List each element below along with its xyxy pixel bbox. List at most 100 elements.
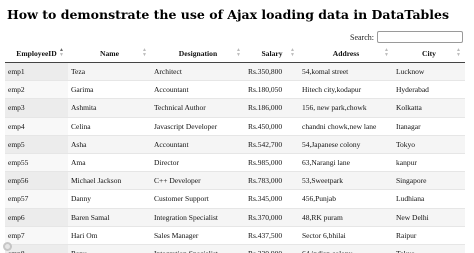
- cell-employeeid: emp57: [5, 189, 68, 209]
- column-header-employeeid[interactable]: EmployeeID ▲ ▼: [5, 45, 68, 63]
- cell-designation: Director: [151, 153, 245, 173]
- cell-designation: Accountant: [151, 135, 245, 154]
- table-row[interactable]: emp2 Garima Accountant Rs.180,050 Hitech cit…: [5, 80, 465, 100]
- table-row[interactable]: emp8RanuIntegration SpecialistRs.330,900…: [5, 244, 465, 253]
- search-input[interactable]: [377, 31, 463, 43]
- cell-salary: Rs.186,000: [245, 98, 299, 118]
- column-header-address[interactable]: Address ▲ ▼: [299, 45, 393, 63]
- cell-employeeid: emp56: [5, 171, 68, 191]
- cell-salary: Rs.450,000: [245, 117, 299, 136]
- page: How to demonstrate the use of Ajax loadi…: [0, 0, 474, 253]
- column-header-designation[interactable]: Designation ▲ ▼: [151, 45, 245, 63]
- sort-arrows-icon: ▲ ▼: [384, 48, 389, 58]
- loading-spinner-icon: [3, 242, 12, 251]
- cell-designation: Technical Author: [151, 98, 245, 118]
- cell-city: Itanagar: [393, 117, 465, 136]
- cell-name: Garima: [68, 80, 151, 100]
- employee-table: EmployeeID ▲ ▼ Name ▲ ▼ Designation ▲ ▼ Salary ▲ ▼ A…: [5, 45, 465, 253]
- cell-name: Ama: [68, 153, 151, 173]
- column-header-label: Salary: [261, 49, 283, 58]
- cell-designation: Integration Specialist: [151, 208, 245, 227]
- cell-name: Celina: [68, 117, 151, 136]
- cell-address: chandni chowk,new lane: [299, 117, 393, 136]
- sort-arrows-icon: ▲ ▼: [142, 48, 147, 58]
- cell-address: 54,Japanese colony: [299, 135, 393, 154]
- cell-name: Ashmita: [68, 98, 151, 118]
- sort-arrows-icon: ▲ ▼: [456, 48, 461, 58]
- cell-employeeid: emp1: [5, 62, 68, 82]
- cell-address: 54,komal street: [299, 62, 393, 82]
- column-header-name[interactable]: Name ▲ ▼: [68, 45, 151, 63]
- cell-name: Michael Jackson: [68, 171, 151, 191]
- cell-name: Ranu: [68, 244, 151, 253]
- column-header-label: Address: [332, 49, 360, 58]
- table-row[interactable]: emp6 Baren Samal Integration Specialist Rs.…: [5, 208, 465, 227]
- cell-city: Tokyo: [393, 135, 465, 154]
- sort-arrows-icon: ▲ ▼: [59, 48, 64, 58]
- cell-salary: Rs.370,000: [245, 208, 299, 227]
- cell-salary: Rs.350,800: [245, 62, 299, 82]
- sort-arrows-icon: ▲ ▼: [290, 48, 295, 58]
- cell-city: Lucknow: [393, 62, 465, 82]
- cell-city: New Delhi: [393, 208, 465, 227]
- cell-designation: Customer Support: [151, 189, 245, 209]
- sort-arrows-icon: ▲ ▼: [236, 48, 241, 58]
- column-header-label: Name: [100, 49, 119, 58]
- column-header-label: City: [422, 49, 436, 58]
- cell-employeeid: emp2: [5, 80, 68, 100]
- cell-designation: C++ Developer: [151, 171, 245, 191]
- cell-designation: Architect: [151, 62, 245, 82]
- cell-city: kanpur: [393, 153, 465, 173]
- table-row[interactable]: emp56 Michael Jackson C++ Developer Rs.783,…: [5, 171, 465, 191]
- cell-address: 63,Narangi lane: [299, 153, 393, 173]
- table-row[interactable]: emp55 Ama Director Rs.985,000 63,Narangi lan…: [5, 153, 465, 173]
- table-row[interactable]: emp7 Hari Om Sales Manager Rs.437,500 Sector…: [5, 226, 465, 245]
- cell-designation: Javascript Developer: [151, 117, 245, 136]
- cell-employeeid: emp5: [5, 135, 68, 154]
- cell-employeeid: emp7: [5, 226, 68, 245]
- table-header-row: EmployeeID ▲ ▼ Name ▲ ▼ Designation ▲ ▼ Salary ▲ ▼ A…: [5, 45, 465, 63]
- table-row[interactable]: emp4 Celina Javascript Developer Rs.450,000…: [5, 117, 465, 136]
- column-header-label: EmployeeID: [16, 49, 57, 58]
- page-title: How to demonstrate the use of Ajax loadi…: [7, 7, 450, 22]
- cell-salary: Rs.985,000: [245, 153, 299, 173]
- column-header-label: Designation: [178, 49, 218, 58]
- cell-address: 456,Punjab: [299, 189, 393, 209]
- cell-address: Sector 6,bhilai: [299, 226, 393, 245]
- cell-city: Raipur: [393, 226, 465, 245]
- table-row[interactable]: emp1 Teza Architect Rs.350,800 54,komal stre…: [5, 62, 465, 82]
- cell-address: 156, new park,chowk: [299, 98, 393, 118]
- cell-city: Singapore: [393, 171, 465, 191]
- search-label: Search:: [350, 32, 374, 42]
- cell-city: Ludhiana: [393, 189, 465, 209]
- cell-city: Kolkatta: [393, 98, 465, 118]
- cell-salary: Rs.783,000: [245, 171, 299, 191]
- cell-name: Hari Om: [68, 226, 151, 245]
- cell-address: 64,indian colony: [299, 244, 393, 253]
- cell-salary: Rs.330,900: [245, 244, 299, 253]
- column-header-city[interactable]: City ▲ ▼: [393, 45, 465, 63]
- cell-city: Tokyo: [393, 244, 465, 253]
- cell-designation: Accountant: [151, 80, 245, 100]
- cell-designation: Integration Specialist: [151, 244, 245, 253]
- cell-address: Hitech city,kodapur: [299, 80, 393, 100]
- cell-address: 48,RK puram: [299, 208, 393, 227]
- cell-address: 53,Sweetpark: [299, 171, 393, 191]
- cell-name: Teza: [68, 62, 151, 82]
- cell-salary: Rs.345,000: [245, 189, 299, 209]
- cell-name: Asha: [68, 135, 151, 154]
- cell-employeeid: emp55: [5, 153, 68, 173]
- cell-city: Hyderabad: [393, 80, 465, 100]
- table-row[interactable]: emp5 Asha Accountant Rs.542,700 54,Japanese …: [5, 135, 465, 154]
- cell-salary: Rs.180,050: [245, 80, 299, 100]
- cell-salary: Rs.437,500: [245, 226, 299, 245]
- cell-employeeid: emp3: [5, 98, 68, 118]
- cell-employeeid: emp8: [5, 244, 68, 253]
- cell-salary: Rs.542,700: [245, 135, 299, 154]
- cell-name: Danny: [68, 189, 151, 209]
- cell-designation: Sales Manager: [151, 226, 245, 245]
- search-box: Search:: [350, 31, 463, 43]
- table-row[interactable]: emp3 Ashmita Technical Author Rs.186,000 156…: [5, 98, 465, 118]
- table-row[interactable]: emp57 Danny Customer Support Rs.345,000 456,…: [5, 189, 465, 209]
- column-header-salary[interactable]: Salary ▲ ▼: [245, 45, 299, 63]
